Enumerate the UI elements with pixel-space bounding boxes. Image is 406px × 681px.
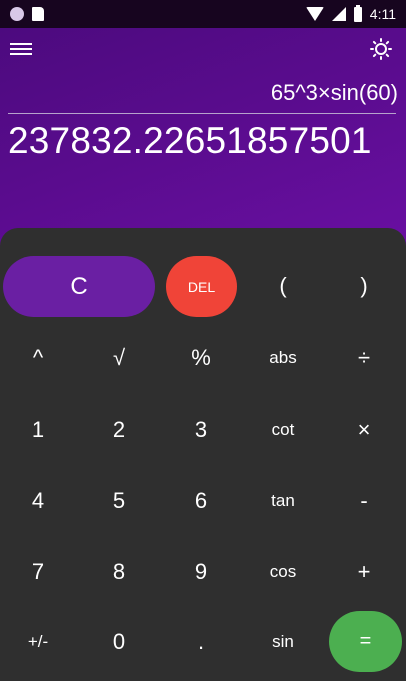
menu-icon[interactable] — [10, 40, 32, 58]
right-paren-button[interactable]: ) — [324, 256, 404, 316]
digit-3-button[interactable]: 3 — [161, 400, 241, 460]
decimal-button[interactable]: . — [161, 612, 241, 672]
digit-8-button[interactable]: 8 — [79, 542, 159, 602]
power-button[interactable]: ^ — [0, 328, 78, 388]
sd-card-icon — [32, 7, 44, 21]
equals-button[interactable]: = — [329, 611, 402, 672]
notification-icon — [10, 7, 24, 21]
expression-display: 65^3×sin(60) — [270, 80, 398, 105]
result-display: 237832.22651857501 — [8, 120, 372, 161]
clock: 4:11 — [369, 6, 396, 22]
plus-button[interactable]: + — [324, 542, 404, 602]
digit-7-button[interactable]: 7 — [0, 542, 78, 602]
digit-0-button[interactable]: 0 — [79, 612, 159, 672]
left-paren-button[interactable]: ( — [243, 256, 323, 316]
clear-button[interactable]: C — [3, 256, 155, 317]
multiply-button[interactable]: × — [324, 400, 404, 460]
sin-button[interactable]: sin — [243, 612, 323, 672]
digit-1-button[interactable]: 1 — [0, 400, 78, 460]
minus-button[interactable]: - — [324, 471, 404, 531]
digit-5-button[interactable]: 5 — [79, 471, 159, 531]
digit-4-button[interactable]: 4 — [0, 471, 78, 531]
signal-icon — [331, 7, 346, 21]
digit-2-button[interactable]: 2 — [79, 400, 159, 460]
theme-toggle-icon[interactable] — [370, 38, 392, 60]
digit-9-button[interactable]: 9 — [161, 542, 241, 602]
tan-button[interactable]: tan — [243, 471, 323, 531]
display-divider — [8, 113, 396, 114]
divide-button[interactable]: ÷ — [324, 328, 404, 388]
abs-button[interactable]: abs — [243, 328, 323, 388]
status-bar: 4:11 — [0, 0, 406, 28]
delete-button[interactable]: DEL — [166, 256, 237, 317]
cot-button[interactable]: cot — [243, 400, 323, 460]
battery-icon — [353, 4, 362, 22]
digit-6-button[interactable]: 6 — [161, 471, 241, 531]
sqrt-button[interactable]: √ — [79, 328, 159, 388]
wifi-icon — [305, 7, 324, 21]
cos-button[interactable]: cos — [243, 542, 323, 602]
sun-icon — [370, 38, 392, 60]
percent-button[interactable]: % — [161, 328, 241, 388]
sign-toggle-button[interactable]: +/- — [0, 612, 78, 672]
